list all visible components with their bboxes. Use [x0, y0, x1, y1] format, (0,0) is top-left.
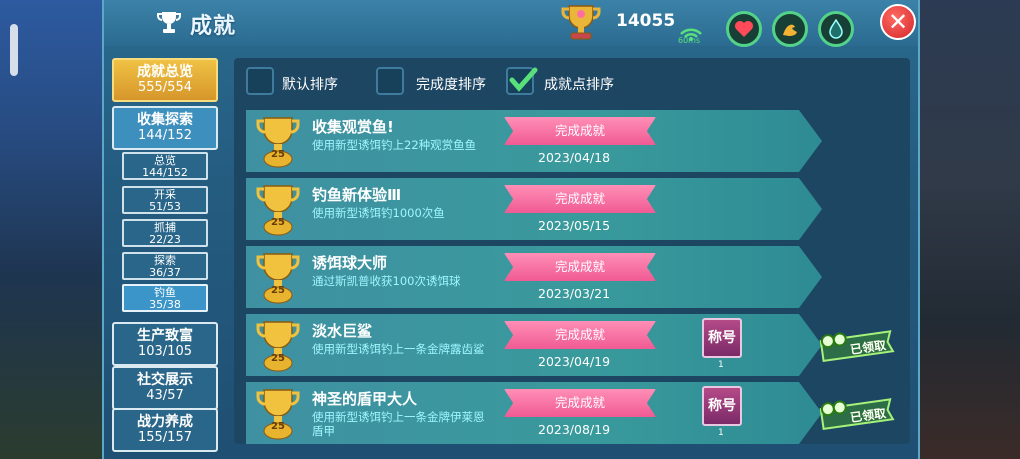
completed-ribbon: 完成成就	[504, 389, 656, 417]
completed-ribbon: 完成成就	[504, 321, 656, 349]
achievement-row: 25 神圣的盾甲大人 使用新型诱饵钓上一条金牌伊莱恩盾甲 完成成就 2023/0…	[246, 382, 822, 444]
subtab-mining[interactable]: 开采 51/53	[122, 186, 208, 214]
tab-production[interactable]: 生产致富 103/105	[112, 322, 218, 366]
close-icon: ✕	[887, 8, 909, 36]
subtab-explore[interactable]: 探索 36/37	[122, 252, 208, 280]
tab-value: 555/554	[137, 80, 192, 95]
heart-icon	[735, 21, 753, 37]
tab-combat[interactable]: 战力养成 155/157	[112, 408, 218, 452]
completion-date: 2023/05/15	[538, 218, 611, 233]
completed-ribbon: 完成成就	[504, 253, 656, 281]
achievement-title: 诱饵球大师	[312, 254, 388, 272]
achievement-points: 25	[271, 421, 285, 432]
completed-ribbon: 完成成就	[504, 117, 656, 145]
completion-date: 2023/04/18	[538, 150, 611, 165]
subtab-overview[interactable]: 总览 144/152	[122, 152, 208, 180]
gold-cup-icon	[561, 5, 601, 40]
sort-default-checkbox[interactable]	[246, 67, 274, 95]
tab-label: 成就总览	[137, 64, 193, 80]
trophy-icon	[157, 12, 181, 33]
tab-value: 43/57	[146, 388, 184, 403]
binoculars-icon	[820, 400, 847, 417]
binoculars-icon	[820, 332, 847, 349]
tab-value: 155/157	[137, 430, 192, 445]
achievement-title: 淡水巨鲨	[312, 322, 373, 340]
scroll-handle[interactable]	[10, 24, 18, 76]
title-badge[interactable]: 称号	[702, 318, 742, 358]
tab-label: 生产致富	[137, 328, 193, 344]
badge-count: 1	[718, 428, 724, 438]
sort-progress-checkbox[interactable]	[376, 67, 404, 95]
tab-label: 战力养成	[137, 414, 193, 430]
close-button[interactable]: ✕	[880, 4, 916, 40]
tab-label: 社交展示	[137, 372, 193, 388]
completion-date: 2023/03/21	[538, 286, 611, 301]
achievement-points: 25	[271, 353, 285, 364]
tab-collect-explore[interactable]: 收集探索 144/152	[112, 106, 218, 150]
completed-ribbon: 完成成就	[504, 185, 656, 213]
achievement-title: 神圣的盾甲大人	[312, 390, 418, 408]
achievement-row: 25 钓鱼新体验Ⅲ 使用新型诱饵钓1000次鱼 完成成就 2023/05/15	[246, 178, 822, 240]
muscle-icon	[783, 24, 797, 36]
sort-points-checkbox[interactable]	[506, 67, 538, 95]
health-button[interactable]	[726, 11, 762, 47]
achievement-points: 25	[271, 217, 285, 228]
sort-progress-label: 完成度排序	[416, 77, 486, 93]
achievement-desc: 使用新型诱饵钓上一条金牌伊莱恩盾甲	[312, 410, 485, 438]
completion-date: 2023/04/19	[538, 354, 611, 369]
achievement-points: 25	[271, 149, 285, 160]
achievement-desc: 通过斯凯普收获100次诱饵球	[312, 274, 461, 288]
water-drop-icon	[829, 19, 843, 39]
achievement-row: 25 收集观赏鱼! 使用新型诱饵钓上22种观赏鱼鱼 完成成就 2023/04/1…	[246, 110, 822, 172]
ping-value: 60ms	[678, 36, 701, 45]
background-right	[910, 0, 1020, 459]
page-title: 成就	[190, 14, 237, 39]
header-bar: 成就 14055 60ms ✕	[104, 0, 918, 47]
achievement-title: 收集观赏鱼!	[312, 118, 394, 136]
completion-date: 2023/08/19	[538, 422, 611, 437]
checkmark-icon	[509, 67, 538, 92]
tab-value: 103/105	[137, 344, 192, 359]
achievement-row: 25 诱饵球大师 通过斯凯普收获100次诱饵球 完成成就 2023/03/21	[246, 246, 822, 308]
achievement-points: 25	[271, 285, 285, 296]
subtab-value: 22/23	[149, 233, 181, 246]
sort-points-label: 成就点排序	[544, 77, 614, 93]
score-value: 14055	[616, 11, 676, 31]
achievement-title: 钓鱼新体验Ⅲ	[312, 186, 402, 204]
tab-achievement-total[interactable]: 成就总览 555/554	[112, 58, 218, 102]
badge-count: 1	[718, 360, 724, 370]
achievement-desc: 使用新型诱饵钓1000次鱼	[312, 206, 445, 220]
water-button[interactable]	[818, 11, 854, 47]
subtab-fishing[interactable]: 钓鱼 35/38	[122, 284, 208, 312]
tab-label: 收集探索	[137, 112, 193, 128]
title-badge[interactable]: 称号	[702, 386, 742, 426]
achievement-desc: 使用新型诱饵钓上22种观赏鱼鱼	[312, 138, 477, 152]
tab-value: 144/152	[137, 128, 192, 143]
strength-button[interactable]	[772, 11, 808, 47]
subtab-value: 35/38	[149, 298, 181, 311]
subtab-value: 51/53	[149, 200, 181, 213]
achievement-row: 25 淡水巨鲨 使用新型诱饵钓上一条金牌露齿鲨 完成成就 2023/04/19 …	[246, 314, 822, 376]
sort-default-label: 默认排序	[282, 77, 338, 93]
subtab-capture[interactable]: 抓捕 22/23	[122, 219, 208, 247]
subtab-value: 36/37	[149, 266, 181, 279]
achievement-desc: 使用新型诱饵钓上一条金牌露齿鲨	[312, 342, 485, 356]
tab-social[interactable]: 社交展示 43/57	[112, 366, 218, 410]
subtab-value: 144/152	[142, 166, 188, 179]
